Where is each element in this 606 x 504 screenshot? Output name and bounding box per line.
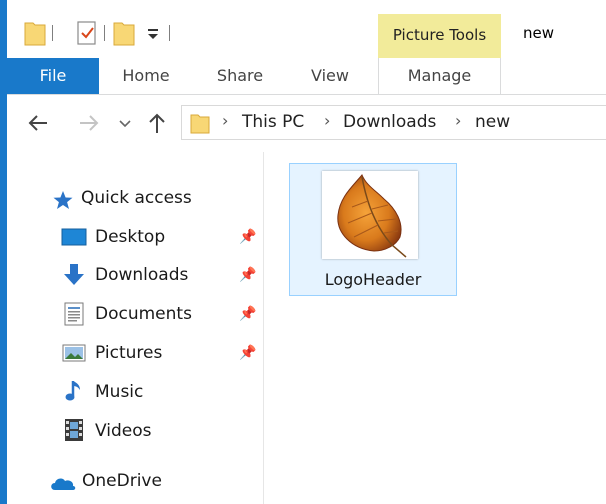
address-row: › This PC › Downloads › new	[7, 95, 606, 152]
new-folder-icon[interactable]	[113, 20, 135, 46]
nav-item-desktop[interactable]: Desktop	[95, 222, 165, 252]
pin-icon[interactable]: 📌	[239, 229, 256, 245]
breadcrumb-chevron-icon[interactable]: ›	[455, 111, 461, 130]
file-name-label: LogoHeader	[324, 270, 422, 289]
forward-arrow-icon[interactable]	[78, 114, 100, 132]
window-title: new	[523, 24, 555, 42]
tab-share[interactable]: Share	[203, 58, 277, 94]
nav-item-music[interactable]: Music	[95, 377, 143, 407]
nav-item-onedrive[interactable]: OneDrive	[82, 466, 162, 496]
pin-icon[interactable]: 📌	[239, 267, 256, 283]
breadcrumb-downloads[interactable]: Downloads	[343, 112, 436, 132]
customize-qat-chevron-icon[interactable]	[146, 28, 160, 42]
breadcrumb-chevron-icon[interactable]: ›	[222, 111, 228, 130]
breadcrumb-chevron-icon[interactable]: ›	[324, 111, 330, 130]
properties-check-icon[interactable]	[76, 20, 98, 46]
breadcrumb-new[interactable]: new	[475, 112, 510, 132]
document-icon	[64, 302, 84, 326]
pin-icon[interactable]: 📌	[239, 306, 256, 322]
file-tile[interactable]: LogoHeader	[289, 163, 457, 296]
quick-access-star-icon	[53, 191, 73, 209]
pin-icon[interactable]: 📌	[239, 345, 256, 361]
film-icon	[65, 419, 83, 441]
file-view: LogoHeader	[264, 152, 606, 504]
navigation-pane: Quick access Desktop 📌 Downloads 📌 Docum…	[7, 152, 263, 504]
nav-item-quick-access[interactable]: Quick access	[81, 183, 192, 213]
tab-view[interactable]: View	[295, 58, 365, 94]
context-tab-group-title: Picture Tools	[392, 26, 487, 44]
breadcrumb-this-pc[interactable]: This PC	[242, 112, 304, 132]
nav-item-documents[interactable]: Documents	[95, 299, 192, 329]
folder-icon[interactable]	[24, 20, 46, 46]
pictures-icon	[62, 344, 86, 362]
window-frame-left	[0, 0, 7, 504]
tab-home[interactable]: Home	[107, 58, 185, 94]
qat-separator	[104, 25, 105, 41]
file-thumbnail	[322, 171, 418, 259]
nav-item-videos[interactable]: Videos	[95, 416, 152, 446]
tab-file[interactable]: File	[7, 58, 99, 94]
music-note-icon	[65, 381, 80, 401]
recent-locations-chevron-icon[interactable]	[119, 119, 131, 129]
address-bar[interactable]: › This PC › Downloads › new	[181, 105, 606, 140]
download-arrow-icon	[64, 264, 84, 285]
up-arrow-icon[interactable]	[147, 112, 167, 134]
back-arrow-icon[interactable]	[27, 114, 49, 132]
folder-icon	[190, 114, 210, 134]
desktop-icon	[61, 228, 87, 246]
nav-item-downloads[interactable]: Downloads	[95, 260, 188, 290]
qat-separator	[169, 25, 170, 41]
qat-separator	[52, 25, 53, 41]
ribbon-tabs: File Home Share View Manage	[7, 58, 606, 95]
nav-item-pictures[interactable]: Pictures	[95, 338, 162, 368]
onedrive-cloud-icon	[51, 478, 76, 490]
leaf-image-icon	[337, 174, 407, 258]
tab-manage[interactable]: Manage	[378, 58, 501, 94]
title-bar: Picture Tools new	[7, 0, 606, 58]
